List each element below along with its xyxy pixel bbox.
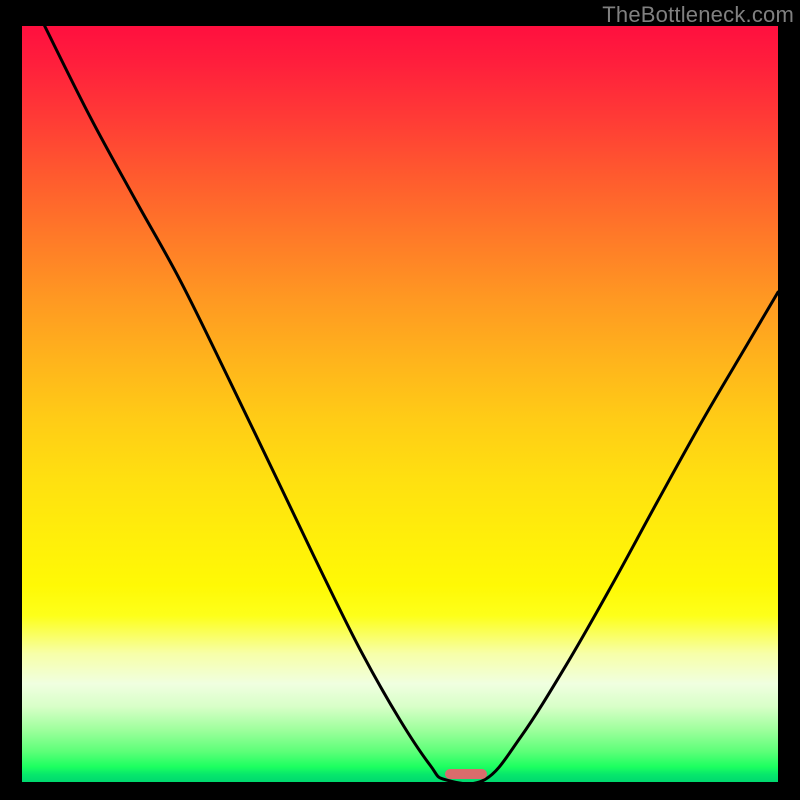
plot-area <box>22 26 778 782</box>
bottleneck-curve-path <box>45 26 778 782</box>
chart-frame: TheBottleneck.com <box>0 0 800 800</box>
optimum-marker <box>445 769 487 779</box>
bottleneck-curve <box>22 26 778 782</box>
watermark-text: TheBottleneck.com <box>602 2 794 28</box>
